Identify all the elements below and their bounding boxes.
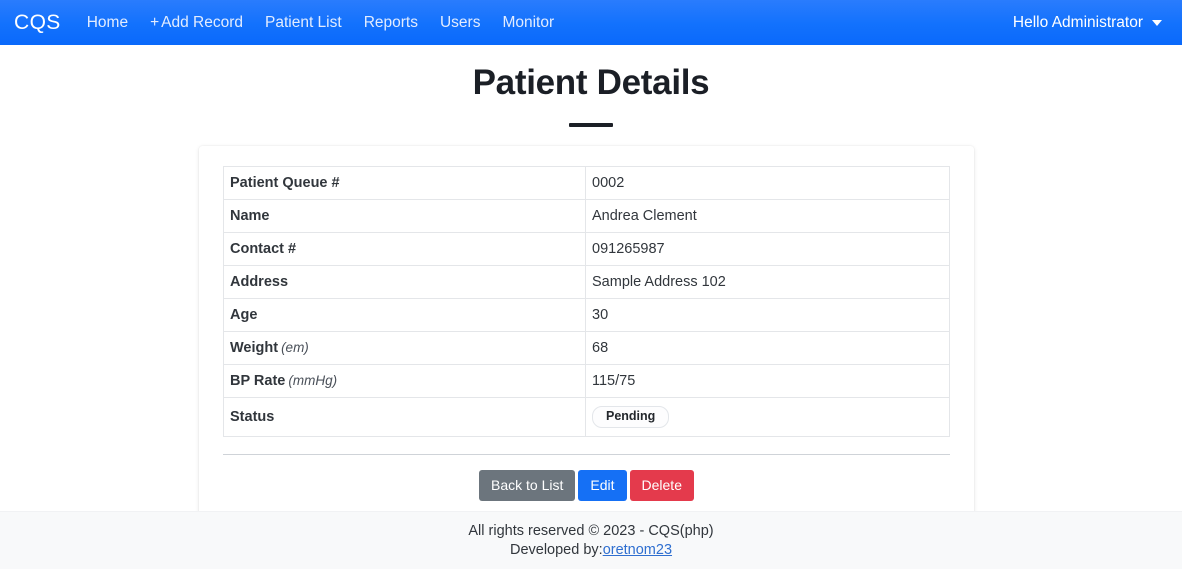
table-row: Name Andrea Clement (223, 199, 950, 233)
action-button-row: Back to List Edit Delete (223, 469, 950, 501)
footer-copyright: All rights reserved © 2023 - CQS(php) (468, 522, 714, 539)
row-value-address: Sample Address 102 (585, 265, 950, 299)
table-row: Address Sample Address 102 (223, 265, 950, 299)
nav-link-add-record-label: Add Record (161, 13, 243, 31)
nav-link-users[interactable]: Users (440, 14, 480, 32)
row-label-name: Name (223, 199, 586, 233)
row-value-status: Pending (585, 397, 950, 437)
row-label-age: Age (223, 298, 586, 332)
table-row: Status Pending (223, 397, 950, 437)
table-row: Contact # 091265987 (223, 232, 950, 266)
footer-developed-by: Developed by:oretnom23 (510, 541, 672, 559)
row-value-contact: 091265987 (585, 232, 950, 266)
chevron-down-icon (1152, 19, 1162, 26)
user-menu[interactable]: Hello Administrator (1013, 14, 1162, 32)
title-underline (569, 123, 613, 127)
row-label-bp-rate: BP Rate (mmHg) (223, 364, 586, 398)
footer-developed-by-label: Developed by: (509, 542, 603, 558)
plus-icon: + (150, 13, 160, 31)
top-navbar: CQS Home + Add Record Patient List Repor… (0, 0, 1182, 45)
patient-details-table: Patient Queue # 0002 Name Andrea Clement… (223, 166, 950, 437)
row-label-patient-queue: Patient Queue # (223, 166, 586, 200)
row-value-patient-queue: 0002 (585, 166, 950, 200)
nav-link-monitor[interactable]: Monitor (502, 14, 554, 32)
nav-link-patient-list[interactable]: Patient List (265, 14, 342, 32)
table-row: Patient Queue # 0002 (223, 166, 950, 200)
nav-links: Home + Add Record Patient List Reports U… (87, 14, 1013, 32)
page-header: Patient Details (0, 45, 1182, 127)
row-label-bp-rate-text: BP Rate (230, 373, 286, 389)
row-label-bp-rate-unit: (mmHg) (288, 373, 338, 388)
status-badge: Pending (592, 406, 670, 428)
nav-link-add-record[interactable]: + Add Record (150, 14, 243, 32)
row-label-status: Status (223, 397, 586, 437)
brand-logo[interactable]: CQS (14, 11, 61, 35)
developer-link[interactable]: oretnom23 (603, 542, 672, 558)
patient-details-card: Patient Queue # 0002 Name Andrea Clement… (199, 146, 974, 525)
card-divider (223, 453, 950, 455)
table-row: Weight (em) 68 (223, 331, 950, 365)
nav-link-home[interactable]: Home (87, 14, 128, 32)
row-label-contact: Contact # (223, 232, 586, 266)
user-greeting-label: Hello Administrator (1012, 13, 1143, 31)
delete-button[interactable]: Delete (629, 469, 694, 501)
row-value-bp-rate: 115/75 (585, 364, 950, 398)
edit-button[interactable]: Edit (578, 469, 627, 501)
row-label-weight: Weight (em) (223, 331, 586, 365)
row-label-weight-unit: (em) (281, 340, 309, 355)
row-label-address: Address (223, 265, 586, 299)
nav-link-reports[interactable]: Reports (364, 14, 418, 32)
row-label-weight-text: Weight (230, 340, 279, 356)
table-row: BP Rate (mmHg) 115/75 (223, 364, 950, 398)
row-value-age: 30 (585, 298, 950, 332)
row-value-name: Andrea Clement (585, 199, 950, 233)
page-title: Patient Details (472, 63, 710, 102)
row-value-weight: 68 (585, 331, 950, 365)
page-footer: All rights reserved © 2023 - CQS(php) De… (0, 511, 1182, 569)
back-to-list-button[interactable]: Back to List (479, 469, 576, 501)
table-row: Age 30 (223, 298, 950, 332)
